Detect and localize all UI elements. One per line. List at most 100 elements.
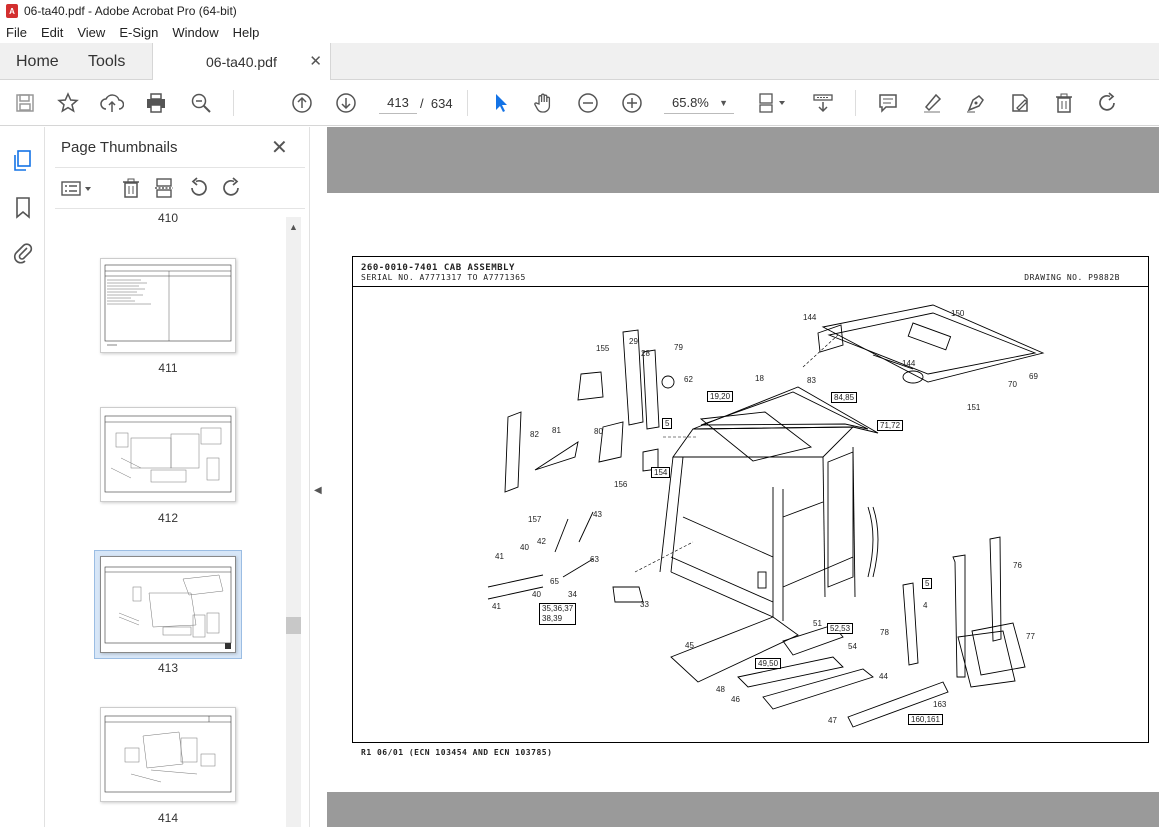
thumbnail-scroll-thumb[interactable] [286,617,301,634]
page-number-input[interactable]: 413 [379,92,417,114]
delete-pages-icon[interactable] [121,177,141,202]
callout: 40 [520,543,529,552]
menu-window[interactable]: Window [172,25,218,40]
tab-bar: Home Tools 06-ta40.pdf ✕ [0,43,1159,80]
highlight-pen-icon[interactable] [920,91,944,115]
callout: 42 [537,537,546,546]
menu-esign[interactable]: E-Sign [119,25,158,40]
zoom-search-icon[interactable] [189,91,213,115]
callout: 33 [640,600,649,609]
scroll-mode-icon[interactable] [811,91,835,115]
callout: 83 [807,376,816,385]
page-separator: / [420,96,424,111]
callout: 80 [594,427,603,436]
cab-door [827,451,854,588]
callout: 28 [641,349,650,358]
comment-icon[interactable] [876,91,900,115]
page-thumbnail-414[interactable] [100,707,236,802]
callout: 51 [813,619,822,628]
zoom-in-icon[interactable] [620,91,644,115]
tab-document-label: 06-ta40.pdf [206,54,277,70]
tab-document[interactable]: 06-ta40.pdf ✕ [152,43,331,80]
menu-bar: File Edit View E-Sign Window Help [0,22,1159,43]
callout: 4 [923,601,928,610]
next-page-icon[interactable] [334,91,358,115]
callout: 47 [828,716,837,725]
callout: 43 [593,510,602,519]
menu-edit[interactable]: Edit [41,25,63,40]
thumbnail-label: 411 [158,361,178,375]
callout: 144 [902,359,916,368]
page-thumbnail-411[interactable] [100,258,236,353]
thumbnail-preview [104,715,232,793]
callout: 46 [731,695,740,704]
callout: 63 [590,555,599,564]
scroll-up-icon[interactable]: ▲ [289,222,298,232]
tab-home[interactable]: Home [16,53,59,71]
collapse-arrow-icon[interactable]: ◀ [314,485,322,496]
print-icon[interactable] [144,91,168,115]
title-bar: A 06-ta40.pdf - Adobe Acrobat Pro (64-bi… [0,0,1159,22]
thumbnail-tools [55,167,305,209]
bookmarks-icon[interactable] [14,196,32,223]
select-cursor-icon[interactable] [489,91,513,115]
redo-icon[interactable] [1096,91,1120,115]
page-thumbnail-412[interactable] [100,407,236,502]
delete-trash-icon[interactable] [1052,91,1076,115]
page-fit-icon[interactable] [755,91,789,115]
attachments-icon[interactable] [12,240,34,267]
callout: 62 [684,375,693,384]
close-panel-icon[interactable]: ✕ [271,135,288,160]
thumbnail-label: 412 [157,511,179,525]
close-tab-icon[interactable]: ✕ [309,52,322,70]
hand-tool-icon[interactable] [532,91,556,115]
drawing-frame: 260-0010-7401 CAB ASSEMBLY SERIAL NO. A7… [352,256,1149,743]
total-pages: 634 [430,96,453,111]
zoom-out-icon[interactable] [576,91,600,115]
document-viewer[interactable]: 260-0010-7401 CAB ASSEMBLY SERIAL NO. A7… [327,127,1159,827]
thumbnail-preview [104,415,232,493]
page-count: / 634 [420,96,453,111]
previous-page-icon[interactable] [290,91,314,115]
callout-box: 49,50 [755,658,782,669]
callout-box: 5 [922,578,933,589]
save-icon[interactable] [13,91,37,115]
thumbnail-label: 410 [157,211,179,223]
page-thumbnail-413[interactable] [100,556,236,653]
callout: 157 [528,515,542,524]
pdf-icon: A [6,4,18,18]
page-thumbnails-icon[interactable] [12,149,34,176]
callout-box: 35,36,37 38,39 [539,603,577,625]
extract-pages-icon[interactable] [154,177,174,202]
callout-line: 35,36,37 [542,604,574,613]
callout: 78 [880,628,889,637]
toolbar: 413 / 634 65.8% ▼ [0,80,1159,126]
callout-box: 160,161 [908,714,943,725]
zoom-value: 65.8% [672,95,709,110]
callout: 34 [568,590,577,599]
callout-box: 5 [662,418,673,429]
sign-pen-icon[interactable] [964,91,988,115]
callout: 54 [848,642,857,651]
callout-box: 84,85 [831,392,858,403]
callout: 45 [685,641,694,650]
callout: 44 [879,672,888,681]
edit-pdf-icon[interactable] [1008,91,1032,115]
rotate-cw-icon[interactable] [221,177,243,202]
panel-collapse-bar[interactable]: ◀ [309,127,327,827]
callout: 81 [552,426,561,435]
tab-tools[interactable]: Tools [88,53,125,71]
options-menu-icon[interactable] [61,180,95,201]
panel-title: Page Thumbnails [61,139,178,156]
menu-help[interactable]: Help [233,25,260,40]
thumbnail-label: 414 [157,811,179,825]
roof-panel-inner [827,312,1037,375]
thumbnail-scrollbar[interactable]: ▲ [286,217,301,827]
zoom-level-select[interactable]: 65.8% ▼ [664,92,734,114]
upload-cloud-icon[interactable] [100,91,124,115]
rotate-ccw-icon[interactable] [187,177,209,202]
callout: 82 [530,430,539,439]
bookmark-star-icon[interactable] [56,91,80,115]
menu-view[interactable]: View [77,25,105,40]
menu-file[interactable]: File [6,25,27,40]
